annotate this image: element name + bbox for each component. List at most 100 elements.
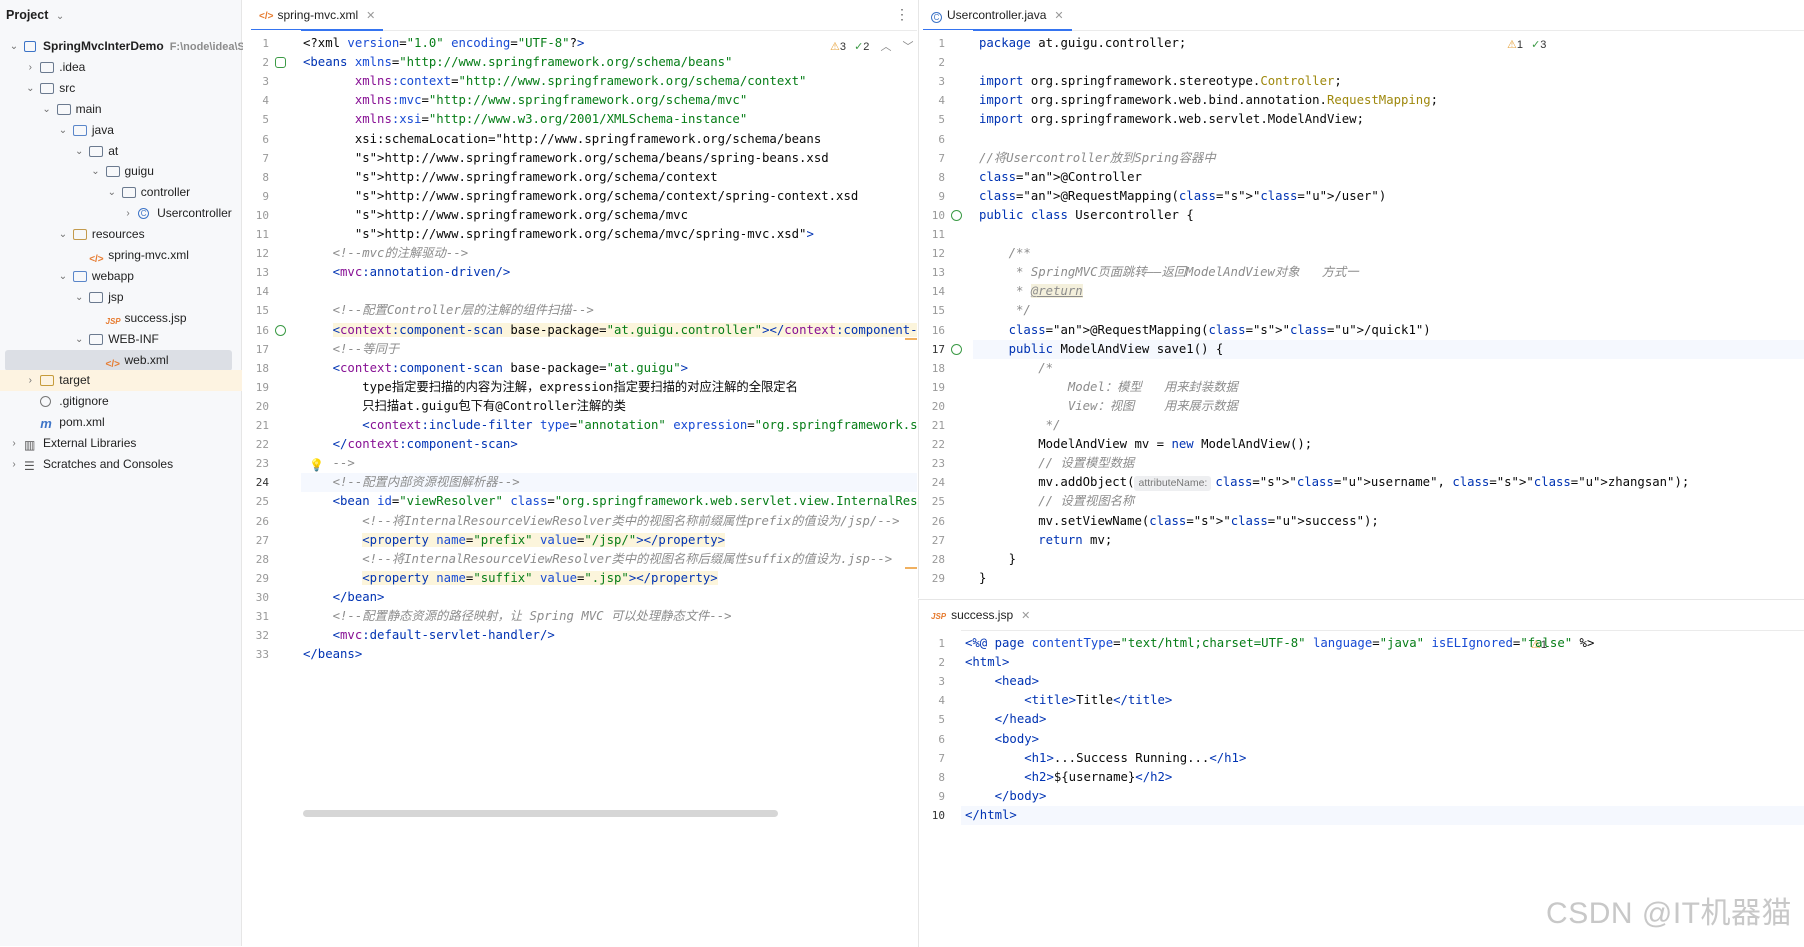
code-line[interactable]: <context:component-scan base-package="at… (303, 359, 688, 378)
code-line[interactable]: <context:include-filter type="annotation… (303, 416, 917, 435)
code-line[interactable]: <property name="prefix" value="/jsp/"></… (303, 531, 726, 550)
chevron-down-icon[interactable]: ⌄ (8, 36, 20, 57)
code-line[interactable]: xmlns:mvc="http://www.springframework.or… (303, 91, 747, 110)
spring-bean-icon[interactable] (951, 209, 962, 221)
code-line[interactable]: type指定要扫描的内容为注解，expression指定要扫描的对应注解的全限定… (303, 378, 798, 397)
tree-item-pom-xml[interactable]: m pom.xml (0, 412, 242, 433)
tree-item-resources[interactable]: ⌄ resources (0, 224, 242, 245)
code-line[interactable]: mv.addObject(attributeName: class="s">"cl… (979, 473, 1689, 492)
code-line[interactable]: } (979, 569, 986, 588)
tree-item-springmvcinterdemo[interactable]: ⌄ SpringMvcInterDemo F:\node\idea\Spring (0, 36, 273, 57)
code-line[interactable]: <!--mvc的注解驱动--> (303, 244, 469, 263)
code-line[interactable]: xmlns:xsi="http://www.w3.org/2001/XMLSch… (303, 110, 747, 129)
chevron-down-icon[interactable]: ⌄ (57, 120, 69, 141)
code-line[interactable]: </body> (965, 787, 1047, 806)
spring-bean-icon[interactable] (275, 324, 286, 336)
code-line[interactable]: </context:component-scan> (303, 435, 518, 454)
code-line[interactable]: <!--将InternalResourceViewResolver类中的视图名称… (303, 550, 892, 569)
code-line[interactable]: <html> (965, 653, 1009, 672)
tree-item-target[interactable]: › target (0, 370, 242, 392)
lightbulb-icon[interactable]: 💡 (309, 458, 324, 472)
code-line[interactable]: </head> (965, 710, 1047, 729)
code-line[interactable]: import org.springframework.web.bind.anno… (979, 91, 1438, 110)
tree-item-src[interactable]: ⌄ src (0, 78, 242, 99)
tree-item-success-jsp[interactable]: JSP success.jsp (0, 308, 242, 329)
code-line[interactable]: 只扫描at.guigu包下有@Controller注解的类 (303, 397, 626, 416)
project-view-selector[interactable]: Project ⌄ (0, 0, 241, 30)
tab-usercontroller-java[interactable]: C Usercontroller.java ✕ (923, 0, 1072, 31)
code-line[interactable]: <!--配置内部资源视图解析器--> (303, 473, 520, 492)
tree-item-java[interactable]: ⌄ java (0, 120, 242, 141)
chevron-down-icon[interactable]: ⌄ (41, 99, 53, 120)
code-line[interactable]: public ModelAndView save1() { (979, 340, 1224, 359)
code-line[interactable]: "s">http://www.springframework.org/schem… (303, 206, 688, 225)
code-line[interactable]: "s">http://www.springframework.org/schem… (303, 168, 718, 187)
tree-item-idea[interactable]: › .idea (0, 57, 242, 78)
chevron-down-icon[interactable]: ⌄ (57, 224, 69, 245)
close-icon[interactable]: ✕ (366, 10, 375, 22)
code-line[interactable]: /* (979, 359, 1053, 378)
code-line[interactable]: "s">http://www.springframework.org/schem… (303, 149, 829, 168)
chevron-down-icon[interactable]: ⌄ (73, 141, 85, 162)
code-line[interactable]: <head> (965, 672, 1039, 691)
code-line[interactable]: <!--将InternalResourceViewResolver类中的视图名称… (303, 512, 899, 531)
warning-stripe-mark[interactable] (905, 566, 917, 569)
code-line[interactable]: xmlns:context="http://www.springframewor… (303, 72, 807, 91)
tree-item-at[interactable]: ⌄ at (0, 141, 242, 162)
code-line[interactable]: <body> (965, 730, 1039, 749)
chevron-down-icon[interactable]: ⌄ (73, 287, 85, 308)
code-line[interactable]: import org.springframework.web.servlet.M… (979, 110, 1364, 129)
tree-item-external-libraries[interactable]: › ▥ External Libraries (0, 433, 242, 454)
code-line[interactable]: */ (979, 416, 1061, 435)
code-line[interactable]: } (979, 550, 1016, 569)
tree-item-scratches-and-consoles[interactable]: › ☰ Scratches and Consoles (0, 454, 242, 475)
code-line[interactable]: <h1>...Success Running...</h1> (965, 749, 1246, 768)
code-line[interactable]: <title>Title</title> (965, 691, 1172, 710)
code-line[interactable]: class="an">@RequestMapping(class="s">"cl… (979, 321, 1431, 340)
editor-usercontroller-java[interactable]: C Usercontroller.java ✕ ⚠1 ✓3 1 package at.… (918, 0, 1804, 598)
code-line[interactable]: <%@ page contentType="text/html;charset=… (965, 634, 1594, 653)
code-line[interactable]: "s">http://www.springframework.org/schem… (303, 187, 858, 206)
code-line[interactable]: xsi:schemaLocation="http://www.springfra… (303, 130, 821, 149)
chevron-right-icon[interactable]: › (8, 454, 20, 475)
tree-item-main[interactable]: ⌄ main (0, 99, 242, 120)
chevron-up-icon[interactable]: ︿ (880, 41, 891, 53)
code-line[interactable]: * @return (979, 282, 1083, 301)
tab-spring-mvc-xml[interactable]: </> spring-mvc.xml ✕ (251, 0, 384, 31)
inspection-widget[interactable]: ⚠3 ✓2 ︿ ﹀ (830, 38, 914, 54)
chevron-right-icon[interactable]: › (8, 433, 20, 454)
tree-item-spring-mvc-xml[interactable]: </> spring-mvc.xml (0, 245, 242, 266)
code-line[interactable]: package at.guigu.controller; (979, 34, 1186, 53)
code-line[interactable]: </beans> (303, 645, 362, 664)
code-line[interactable]: public class Usercontroller { (979, 206, 1194, 225)
tree-item-guigu[interactable]: ⌄ guigu (0, 161, 242, 182)
code-line[interactable]: </bean> (303, 588, 385, 607)
chevron-right-icon[interactable]: › (122, 203, 134, 224)
inspection-widget[interactable]: ⚠1 ✓3 (1507, 38, 1546, 51)
code-line[interactable]: <?xml version="1.0" encoding="UTF-8"?> (303, 34, 584, 53)
editor-spring-mvc-xml[interactable]: </> spring-mvc.xml ✕ ⋮ ⚠3 ✓2 ︿ ﹀ 1 <?xml ve… (243, 0, 917, 946)
code-line[interactable]: "s">http://www.springframework.org/schem… (303, 225, 814, 244)
code-line[interactable]: <bean id="viewResolver" class="org.sprin… (303, 492, 917, 511)
chevron-down-icon[interactable]: ⌄ (24, 78, 36, 99)
code-line[interactable]: <property name="suffix" value=".jsp"></p… (303, 569, 718, 588)
request-mapping-icon[interactable] (951, 343, 962, 355)
tree-item-jsp[interactable]: ⌄ jsp (0, 287, 242, 308)
close-icon[interactable]: ✕ (1054, 10, 1063, 22)
code-line[interactable]: mv.setViewName(class="s">"class="u">succ… (979, 512, 1379, 531)
code-line[interactable]: <h2>${username}</h2> (965, 768, 1172, 787)
tree-item-webapp[interactable]: ⌄ webapp (0, 266, 242, 287)
more-options-icon[interactable]: ⋮ (895, 6, 909, 23)
tree-item-usercontroller[interactable]: › C Usercontroller (0, 203, 242, 224)
chevron-down-icon[interactable]: ⌄ (57, 266, 69, 287)
tree-item-controller[interactable]: ⌄ controller (0, 182, 242, 203)
code-line[interactable]: * SpringMVC页面跳转——返回ModelAndView对象 方式一 (979, 263, 1359, 282)
code-line[interactable]: class="an">@Controller (979, 168, 1142, 187)
chevron-down-icon[interactable]: ﹀ (903, 41, 914, 53)
tree-item-web-xml[interactable]: </> web.xml (0, 349, 242, 371)
code-line[interactable]: */ (979, 301, 1031, 320)
code-line[interactable]: <!--配置Controller层的注解的组件扫描--> (303, 301, 594, 320)
tree-item-gitignore[interactable]: .gitignore (0, 391, 242, 412)
code-line[interactable]: <mvc:default-servlet-handler/> (303, 626, 555, 645)
code-line[interactable]: Model：模型 用来封装数据 (979, 378, 1238, 397)
